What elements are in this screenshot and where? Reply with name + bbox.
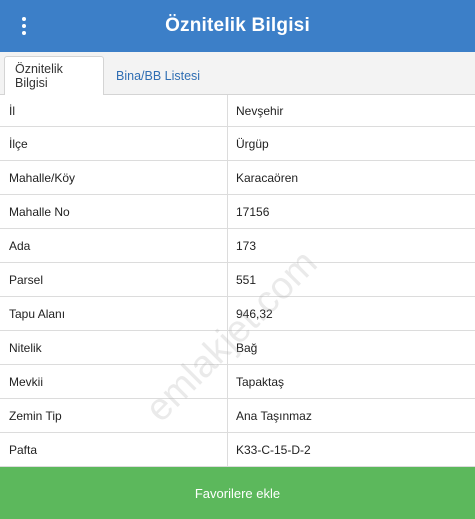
row-key: İlçe <box>0 127 228 160</box>
row-value: 551 <box>236 272 257 287</box>
table-row: Zemin Tip Ana Taşınmaz <box>0 399 475 433</box>
row-key: İl <box>0 95 228 126</box>
table-row: Tapu Alanı 946,32 <box>0 297 475 331</box>
row-value: Karacaören <box>236 170 299 185</box>
row-key: Zemin Tip <box>0 399 228 432</box>
row-key: Ada <box>0 229 228 262</box>
row-value: Tapaktaş <box>236 374 285 389</box>
row-value: 946,32 <box>236 306 273 321</box>
table-row: Parsel 551 <box>0 263 475 297</box>
table-row: Mahalle No 17156 <box>0 195 475 229</box>
menu-dot <box>22 17 26 21</box>
row-key: Mevkii <box>0 365 228 398</box>
tab-bar: Öznitelik Bilgisi Bina/BB Listesi <box>0 52 475 96</box>
row-value: Ana Taşınmaz <box>236 408 312 423</box>
table-row: Mahalle/Köy Karacaören <box>0 161 475 195</box>
tab-bina-bb-listesi[interactable]: Bina/BB Listesi <box>106 56 210 96</box>
table-row: İl Nevşehir <box>0 95 475 127</box>
table-row: İlçe Ürgüp <box>0 127 475 161</box>
row-value: Nevşehir <box>236 103 284 118</box>
row-key: Tapu Alanı <box>0 297 228 330</box>
row-key: Pafta <box>0 433 228 466</box>
row-value: K33-C-15-D-2 <box>236 442 311 457</box>
menu-dots-icon[interactable] <box>14 14 34 38</box>
attribute-table: İl Nevşehir İlçe Ürgüp Mahalle/Köy Karac… <box>0 95 475 467</box>
row-value: 17156 <box>236 204 270 219</box>
table-row: Ada 173 <box>0 229 475 263</box>
row-key: Parsel <box>0 263 228 296</box>
row-value: 173 <box>236 238 257 253</box>
table-row: Pafta K33-C-15-D-2 <box>0 433 475 467</box>
row-value: Bağ <box>236 340 258 355</box>
row-key: Mahalle No <box>0 195 228 228</box>
table-row: Mevkii Tapaktaş <box>0 365 475 399</box>
menu-dot <box>22 31 26 35</box>
page-title: Öznitelik Bilgisi <box>165 15 310 36</box>
row-value: Ürgüp <box>236 136 269 151</box>
app-header: Öznitelik Bilgisi <box>0 0 475 52</box>
row-key: Nitelik <box>0 331 228 364</box>
add-favorite-button[interactable]: Favorilere ekle <box>0 467 475 519</box>
row-key: Mahalle/Köy <box>0 161 228 194</box>
tab-oznitelik-bilgisi[interactable]: Öznitelik Bilgisi <box>4 56 104 96</box>
menu-dot <box>22 24 26 28</box>
table-row: Nitelik Bağ <box>0 331 475 365</box>
